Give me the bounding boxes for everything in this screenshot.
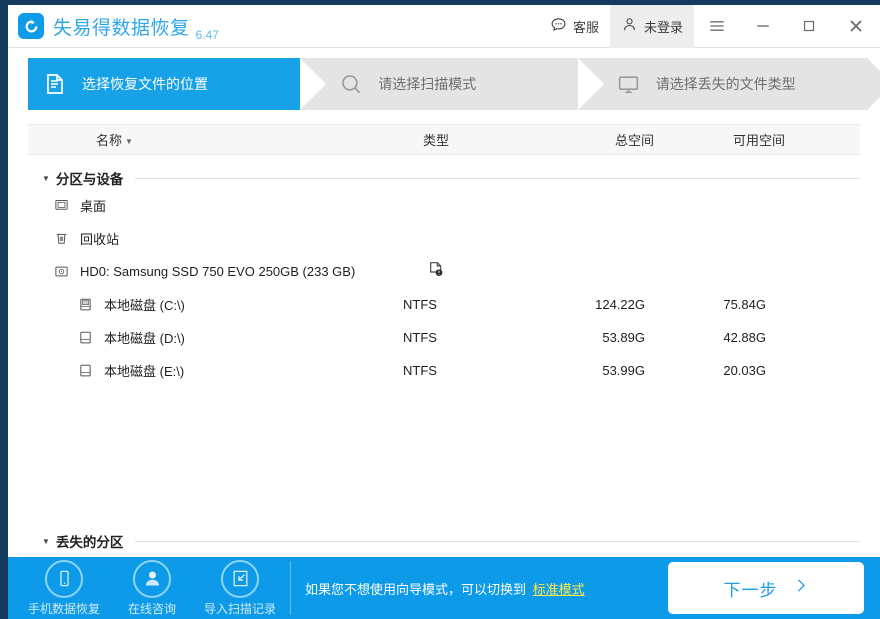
step-notch-2 xyxy=(300,58,326,110)
column-header-free-space[interactable]: 可用空间 xyxy=(733,125,785,156)
phone-icon xyxy=(45,560,83,598)
table-row[interactable]: 本地磁盘 (D:\) NTFS 53.89G 42.88G xyxy=(28,321,860,354)
column-header-name[interactable]: 名称▼ xyxy=(96,125,133,156)
column-header-type[interactable]: 类型 xyxy=(423,125,449,156)
step-notch-3 xyxy=(578,58,604,110)
recycle-bin-icon xyxy=(50,231,72,246)
list-item[interactable]: 桌面 xyxy=(28,189,860,222)
maximize-icon[interactable] xyxy=(786,5,832,48)
step-select-location[interactable]: 选择恢复文件的位置 xyxy=(28,58,300,110)
table-cell-free: 20.03G xyxy=(723,363,766,378)
wizard-mode-hint: 如果您不想使用向导模式，可以切换到 标准模式 xyxy=(305,579,585,598)
table-cell-free: 42.88G xyxy=(723,330,766,345)
account-button[interactable]: 未登录 xyxy=(610,5,694,48)
triangle-down-icon[interactable]: ▼ xyxy=(42,174,50,183)
desktop-icon xyxy=(50,198,72,213)
table-cell-name: 本地磁盘 (D:\) xyxy=(104,328,185,347)
group-header-partitions-devices[interactable]: ▼ 分区与设备 xyxy=(28,167,860,189)
list-item-name: HD0: Samsung SSD 750 EVO 250GB (233 GB) xyxy=(80,264,355,279)
table-row[interactable]: 本地磁盘 (E:\) NTFS 53.99G 20.03G xyxy=(28,354,860,387)
triangle-down-icon[interactable]: ▼ xyxy=(42,537,50,546)
footer-tools: 手机数据恢复 在线咨询 导入扫描记录 xyxy=(8,557,305,619)
app-logo-circular-arrow-icon xyxy=(18,13,44,39)
os-drive-icon: OS xyxy=(74,297,96,312)
table-cell-type: NTFS xyxy=(403,363,437,378)
customer-service-label: 客服 xyxy=(573,17,599,36)
table-cell-type: NTFS xyxy=(403,330,437,345)
group-header-lost-partition[interactable]: ▼ 丢失的分区 xyxy=(28,530,860,552)
next-step-label: 下一步 xyxy=(724,576,778,601)
step-select-scan-mode[interactable]: 请选择扫描模式 xyxy=(300,58,577,110)
column-header-total-space[interactable]: 总空间 xyxy=(615,125,654,156)
step-arrow-3 xyxy=(867,58,880,110)
footer-bar: 手机数据恢复 在线咨询 导入扫描记录 xyxy=(8,557,880,619)
import-scan-record-label: 导入扫描记录 xyxy=(204,600,276,617)
account-label: 未登录 xyxy=(644,17,683,36)
list-item-name: 桌面 xyxy=(80,196,106,215)
step-select-location-label: 选择恢复文件的位置 xyxy=(82,74,208,94)
svg-text:OS: OS xyxy=(83,301,89,305)
list-item[interactable]: 回收站 xyxy=(28,222,860,255)
customer-service-button[interactable]: 客服 xyxy=(539,5,610,48)
table-cell-total: 53.99G xyxy=(602,363,645,378)
table-row[interactable]: OS 本地磁盘 (C:\) NTFS 124.22G 75.84G xyxy=(28,288,860,321)
table-header: 名称▼ 类型 总空间 可用空间 xyxy=(28,124,860,155)
app-title: 失易得数据恢复 xyxy=(53,13,190,40)
table-cell-name: 本地磁盘 (C:\) xyxy=(104,295,185,314)
table-cell-type: NTFS xyxy=(403,297,437,312)
hamburger-menu-icon[interactable] xyxy=(694,5,740,48)
sort-caret-icon[interactable]: ▼ xyxy=(125,126,133,157)
table-cell-total: 53.89G xyxy=(602,330,645,345)
drive-icon xyxy=(74,363,96,378)
group-divider xyxy=(135,541,860,542)
person-avatar-icon xyxy=(133,560,171,598)
phone-data-recovery-label: 手机数据恢复 xyxy=(28,600,100,617)
column-header-name-label: 名称 xyxy=(96,133,122,148)
title-bar: 失易得数据恢复 6.47 客服 未登录 xyxy=(8,5,880,48)
chevron-right-icon xyxy=(792,577,809,599)
online-consult-button[interactable]: 在线咨询 xyxy=(108,557,196,619)
disk-info-icon[interactable] xyxy=(428,261,444,282)
step-select-scan-mode-label: 请选择扫描模式 xyxy=(378,74,476,94)
next-step-button[interactable]: 下一步 xyxy=(668,562,864,614)
app-version: 6.47 xyxy=(196,28,219,42)
table-cell-name: 本地磁盘 (E:\) xyxy=(104,361,184,380)
step-wizard: 选择恢复文件的位置 请选择扫描模式 请选择丢失的文件类型 xyxy=(28,58,868,110)
wizard-mode-hint-text: 如果您不想使用向导模式，可以切换到 xyxy=(305,582,526,597)
device-list: ▼ 分区与设备 桌面 回收站 xyxy=(8,167,880,387)
person-icon xyxy=(621,16,638,36)
chat-bubble-icon xyxy=(550,16,567,36)
import-scan-record-button[interactable]: 导入扫描记录 xyxy=(196,557,284,619)
drive-icon xyxy=(74,330,96,345)
harddisk-icon xyxy=(50,264,72,279)
step-select-file-type-label: 请选择丢失的文件类型 xyxy=(656,74,796,94)
step-select-file-type[interactable]: 请选择丢失的文件类型 xyxy=(578,58,868,110)
group-label: 丢失的分区 xyxy=(56,531,124,551)
group-label: 分区与设备 xyxy=(56,168,124,188)
import-icon xyxy=(221,560,259,598)
close-icon[interactable] xyxy=(832,5,880,48)
standard-mode-link[interactable]: 标准模式 xyxy=(533,582,585,597)
list-item-name: 回收站 xyxy=(80,229,119,248)
list-item[interactable]: HD0: Samsung SSD 750 EVO 250GB (233 GB) xyxy=(28,255,860,288)
phone-data-recovery-button[interactable]: 手机数据恢复 xyxy=(20,557,108,619)
table-cell-total: 124.22G xyxy=(595,297,645,312)
table-cell-free: 75.84G xyxy=(723,297,766,312)
group-divider xyxy=(135,178,860,179)
footer-divider xyxy=(290,561,291,615)
search-icon xyxy=(324,71,378,97)
minimize-icon[interactable] xyxy=(740,5,786,48)
document-icon xyxy=(28,72,82,96)
monitor-icon xyxy=(602,72,656,97)
online-consult-label: 在线咨询 xyxy=(128,600,176,617)
application-window: 失易得数据恢复 6.47 客服 未登录 xyxy=(0,0,880,619)
